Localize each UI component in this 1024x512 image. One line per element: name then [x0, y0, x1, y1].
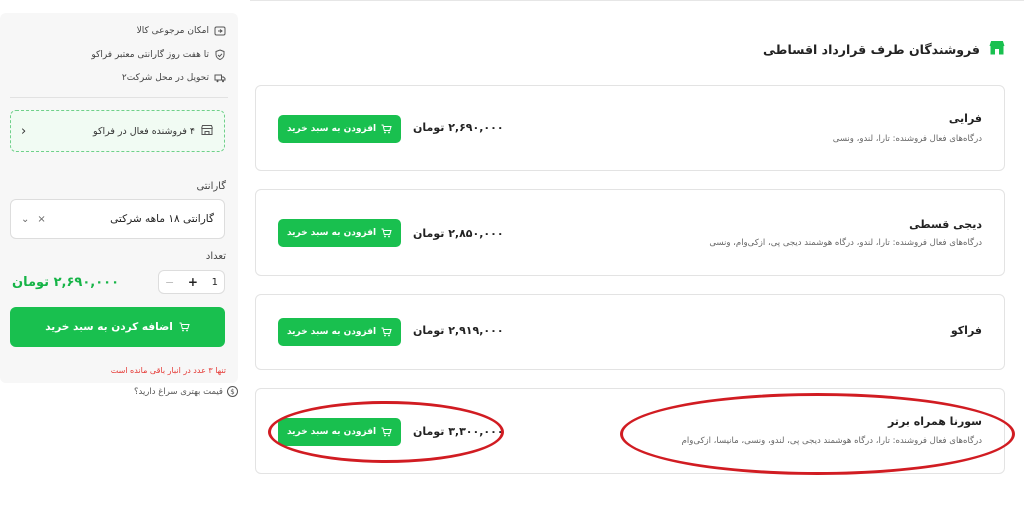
warranty-value: گارانتی ۱۸ ماهه شرکتی — [110, 213, 214, 225]
seller-price: ۲,۶۹۰,۰۰۰ تومان — [413, 121, 504, 134]
better-price-link[interactable]: $ قیمت بهتری سراغ دارید؟ — [134, 386, 238, 397]
sidebar-divider — [10, 97, 228, 98]
seller-card: فراکو ۲,۹۱۹,۰۰۰ تومان افزودن به سبد خرید — [255, 294, 1005, 370]
seller-card: دیجی قسطی درگاه‌های فعال فروشنده: تارا، … — [255, 189, 1005, 276]
seller-gateways: درگاه‌های فعال فروشنده: تارا، لندو، درگا… — [709, 238, 982, 248]
cart-icon — [381, 427, 392, 437]
seller-add-to-cart-button[interactable]: افزودن به سبد خرید — [278, 115, 401, 143]
store-icon — [200, 124, 214, 139]
feature-warranty: تا هفت روز گارانتی معتبر فراکو — [91, 49, 226, 61]
add-to-cart-button[interactable]: اضافه کردن به سبد خرید — [10, 307, 225, 347]
feature-delivery: تحویل در محل شرکت۲ — [122, 72, 226, 84]
chevron-right-icon: › — [21, 123, 27, 139]
cart-icon — [381, 124, 392, 134]
seller-price: ۲,۸۵۰,۰۰۰ تومان — [413, 227, 504, 240]
seller-card: سورنا همراه برتر درگاه‌های فعال فروشنده:… — [255, 388, 1005, 474]
cart-icon — [179, 322, 190, 332]
store-icon — [988, 40, 1006, 59]
seller-add-to-cart-button[interactable]: افزودن به سبد خرید — [278, 418, 401, 446]
dollar-icon: $ — [227, 386, 238, 397]
seller-name: دیجی قسطی — [909, 218, 982, 231]
seller-price: ۳,۳۰۰,۰۰۰ تومان — [413, 425, 504, 438]
cart-icon — [381, 228, 392, 238]
seller-price: ۲,۹۱۹,۰۰۰ تومان — [413, 324, 504, 337]
shield-check-icon — [214, 49, 226, 61]
active-sellers-link[interactable]: › ۴ فروشنده فعال در فراکو — [10, 110, 225, 152]
seller-add-to-cart-button[interactable]: افزودن به سبد خرید — [278, 219, 401, 247]
feature-return: امکان مرجوعی کالا — [137, 25, 226, 37]
seller-add-to-cart-button[interactable]: افزودن به سبد خرید — [278, 318, 401, 346]
stock-note: تنها ۳ عدد در انبار باقی مانده است — [110, 366, 226, 375]
return-icon — [214, 25, 226, 37]
quantity-value: 1 — [211, 276, 218, 288]
warranty-label: گارانتی — [196, 181, 226, 192]
quantity-stepper[interactable]: − + 1 — [158, 270, 225, 294]
truck-icon — [214, 72, 226, 84]
cart-icon — [381, 327, 392, 337]
warranty-select[interactable]: ⌄ × گارانتی ۱۸ ماهه شرکتی — [10, 199, 225, 239]
seller-name: سورنا همراه برتر — [887, 415, 982, 428]
chevron-down-icon: ⌄ — [21, 213, 30, 225]
purchase-sidebar: امکان مرجوعی کالا تا هفت روز گارانتی معت… — [0, 13, 238, 383]
seller-card: فرایی درگاه‌های فعال فروشنده: تارا، لندو… — [255, 85, 1005, 171]
quantity-label: تعداد — [205, 251, 226, 262]
total-price: ۲,۶۹۰,۰۰۰ تومان — [12, 275, 120, 290]
plus-icon[interactable]: + — [188, 275, 198, 289]
clear-icon[interactable]: × — [37, 214, 45, 225]
section-title: فروشندگان طرف قرارداد اقساطی — [763, 40, 1006, 59]
seller-gateways: درگاه‌های فعال فروشنده: تارا، درگاه هوشم… — [681, 436, 982, 446]
seller-gateways: درگاه‌های فعال فروشنده: تارا، لندو، ونسی — [832, 134, 982, 144]
top-divider — [250, 0, 1024, 1]
seller-name: فراکو — [950, 324, 982, 337]
active-sellers-label: ۴ فروشنده فعال در فراکو — [93, 125, 195, 137]
seller-name: فرایی — [948, 112, 982, 125]
minus-icon[interactable]: − — [165, 276, 174, 289]
